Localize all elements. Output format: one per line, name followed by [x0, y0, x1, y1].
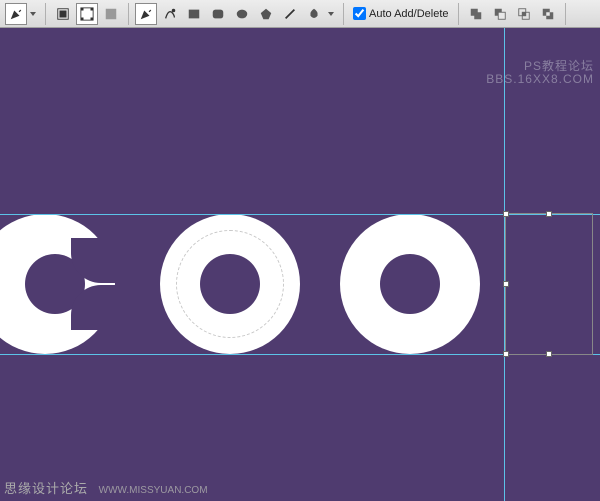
polygon-tool-button[interactable] — [255, 3, 277, 25]
pen-tool-button[interactable] — [135, 3, 157, 25]
canvas-area[interactable]: PS教程论坛 BBS.16XX8.COM — [0, 28, 600, 501]
transform-bounding-box[interactable] — [506, 214, 592, 354]
auto-add-delete-checkbox[interactable] — [353, 7, 366, 20]
draw-mode-group — [51, 3, 123, 25]
separator — [45, 3, 46, 25]
intersect-button[interactable] — [513, 3, 535, 25]
guide-vertical[interactable] — [504, 28, 505, 501]
transform-handle[interactable] — [503, 351, 509, 357]
custom-shape-tool-button[interactable] — [303, 3, 325, 25]
exclude-icon — [541, 7, 555, 21]
line-tool-button[interactable] — [279, 3, 301, 25]
fill-pixels-icon — [104, 7, 118, 21]
intersect-icon — [517, 7, 531, 21]
polygon-icon — [259, 7, 273, 21]
shape-letter-c — [0, 214, 115, 354]
rounded-rectangle-tool-button[interactable] — [207, 3, 229, 25]
ellipse-icon — [235, 7, 249, 21]
chevron-down-icon — [328, 12, 334, 16]
separator — [343, 3, 344, 25]
pen-shape-group — [134, 3, 338, 25]
path-operations-group — [464, 3, 560, 25]
paths-button[interactable] — [76, 3, 98, 25]
tool-preset-group — [4, 3, 40, 25]
freeform-pen-icon — [163, 7, 177, 21]
options-bar: Auto Add/Delete — [0, 0, 600, 28]
watermark-bottom-name: 思缘设计论坛 — [4, 481, 88, 496]
transform-handle[interactable] — [546, 211, 552, 217]
chevron-down-icon — [30, 12, 36, 16]
combine-icon — [469, 7, 483, 21]
separator — [565, 3, 566, 25]
watermark-top: PS教程论坛 BBS.16XX8.COM — [486, 60, 594, 86]
guide-horizontal[interactable] — [0, 354, 600, 355]
shape-letter-o-2 — [340, 214, 480, 354]
freeform-pen-button[interactable] — [159, 3, 181, 25]
tool-preset-dropdown[interactable] — [29, 3, 37, 25]
paths-toggle-icon — [80, 7, 94, 21]
separator — [458, 3, 459, 25]
combine-button[interactable] — [465, 3, 487, 25]
separator — [128, 3, 129, 25]
pen-icon — [139, 7, 153, 21]
shape-layers-button[interactable] — [52, 3, 74, 25]
auto-add-delete-label: Auto Add/Delete — [369, 8, 449, 20]
transform-handle[interactable] — [503, 211, 509, 217]
subtract-button[interactable] — [489, 3, 511, 25]
round-rect-icon — [211, 7, 225, 21]
subtract-icon — [493, 7, 507, 21]
fill-pixels-button[interactable] — [100, 3, 122, 25]
rect-icon — [187, 7, 201, 21]
marquee-selection — [176, 230, 284, 338]
shape-layer-icon — [56, 7, 70, 21]
transform-handle[interactable] — [503, 281, 509, 287]
shape-options-dropdown[interactable] — [327, 3, 335, 25]
watermark-bottom: 思缘设计论坛 WWW.MISSYUAN.COM — [4, 478, 208, 497]
line-icon — [283, 7, 297, 21]
custom-shape-icon — [307, 7, 321, 21]
watermark-top-line2: BBS.16XX8.COM — [486, 73, 594, 86]
watermark-bottom-url: WWW.MISSYUAN.COM — [99, 485, 208, 496]
pen-preset-button[interactable] — [5, 3, 27, 25]
pen-icon — [9, 7, 23, 21]
ellipse-tool-button[interactable] — [231, 3, 253, 25]
exclude-button[interactable] — [537, 3, 559, 25]
transform-handle[interactable] — [546, 351, 552, 357]
rectangle-tool-button[interactable] — [183, 3, 205, 25]
auto-add-delete-option: Auto Add/Delete — [349, 7, 453, 20]
